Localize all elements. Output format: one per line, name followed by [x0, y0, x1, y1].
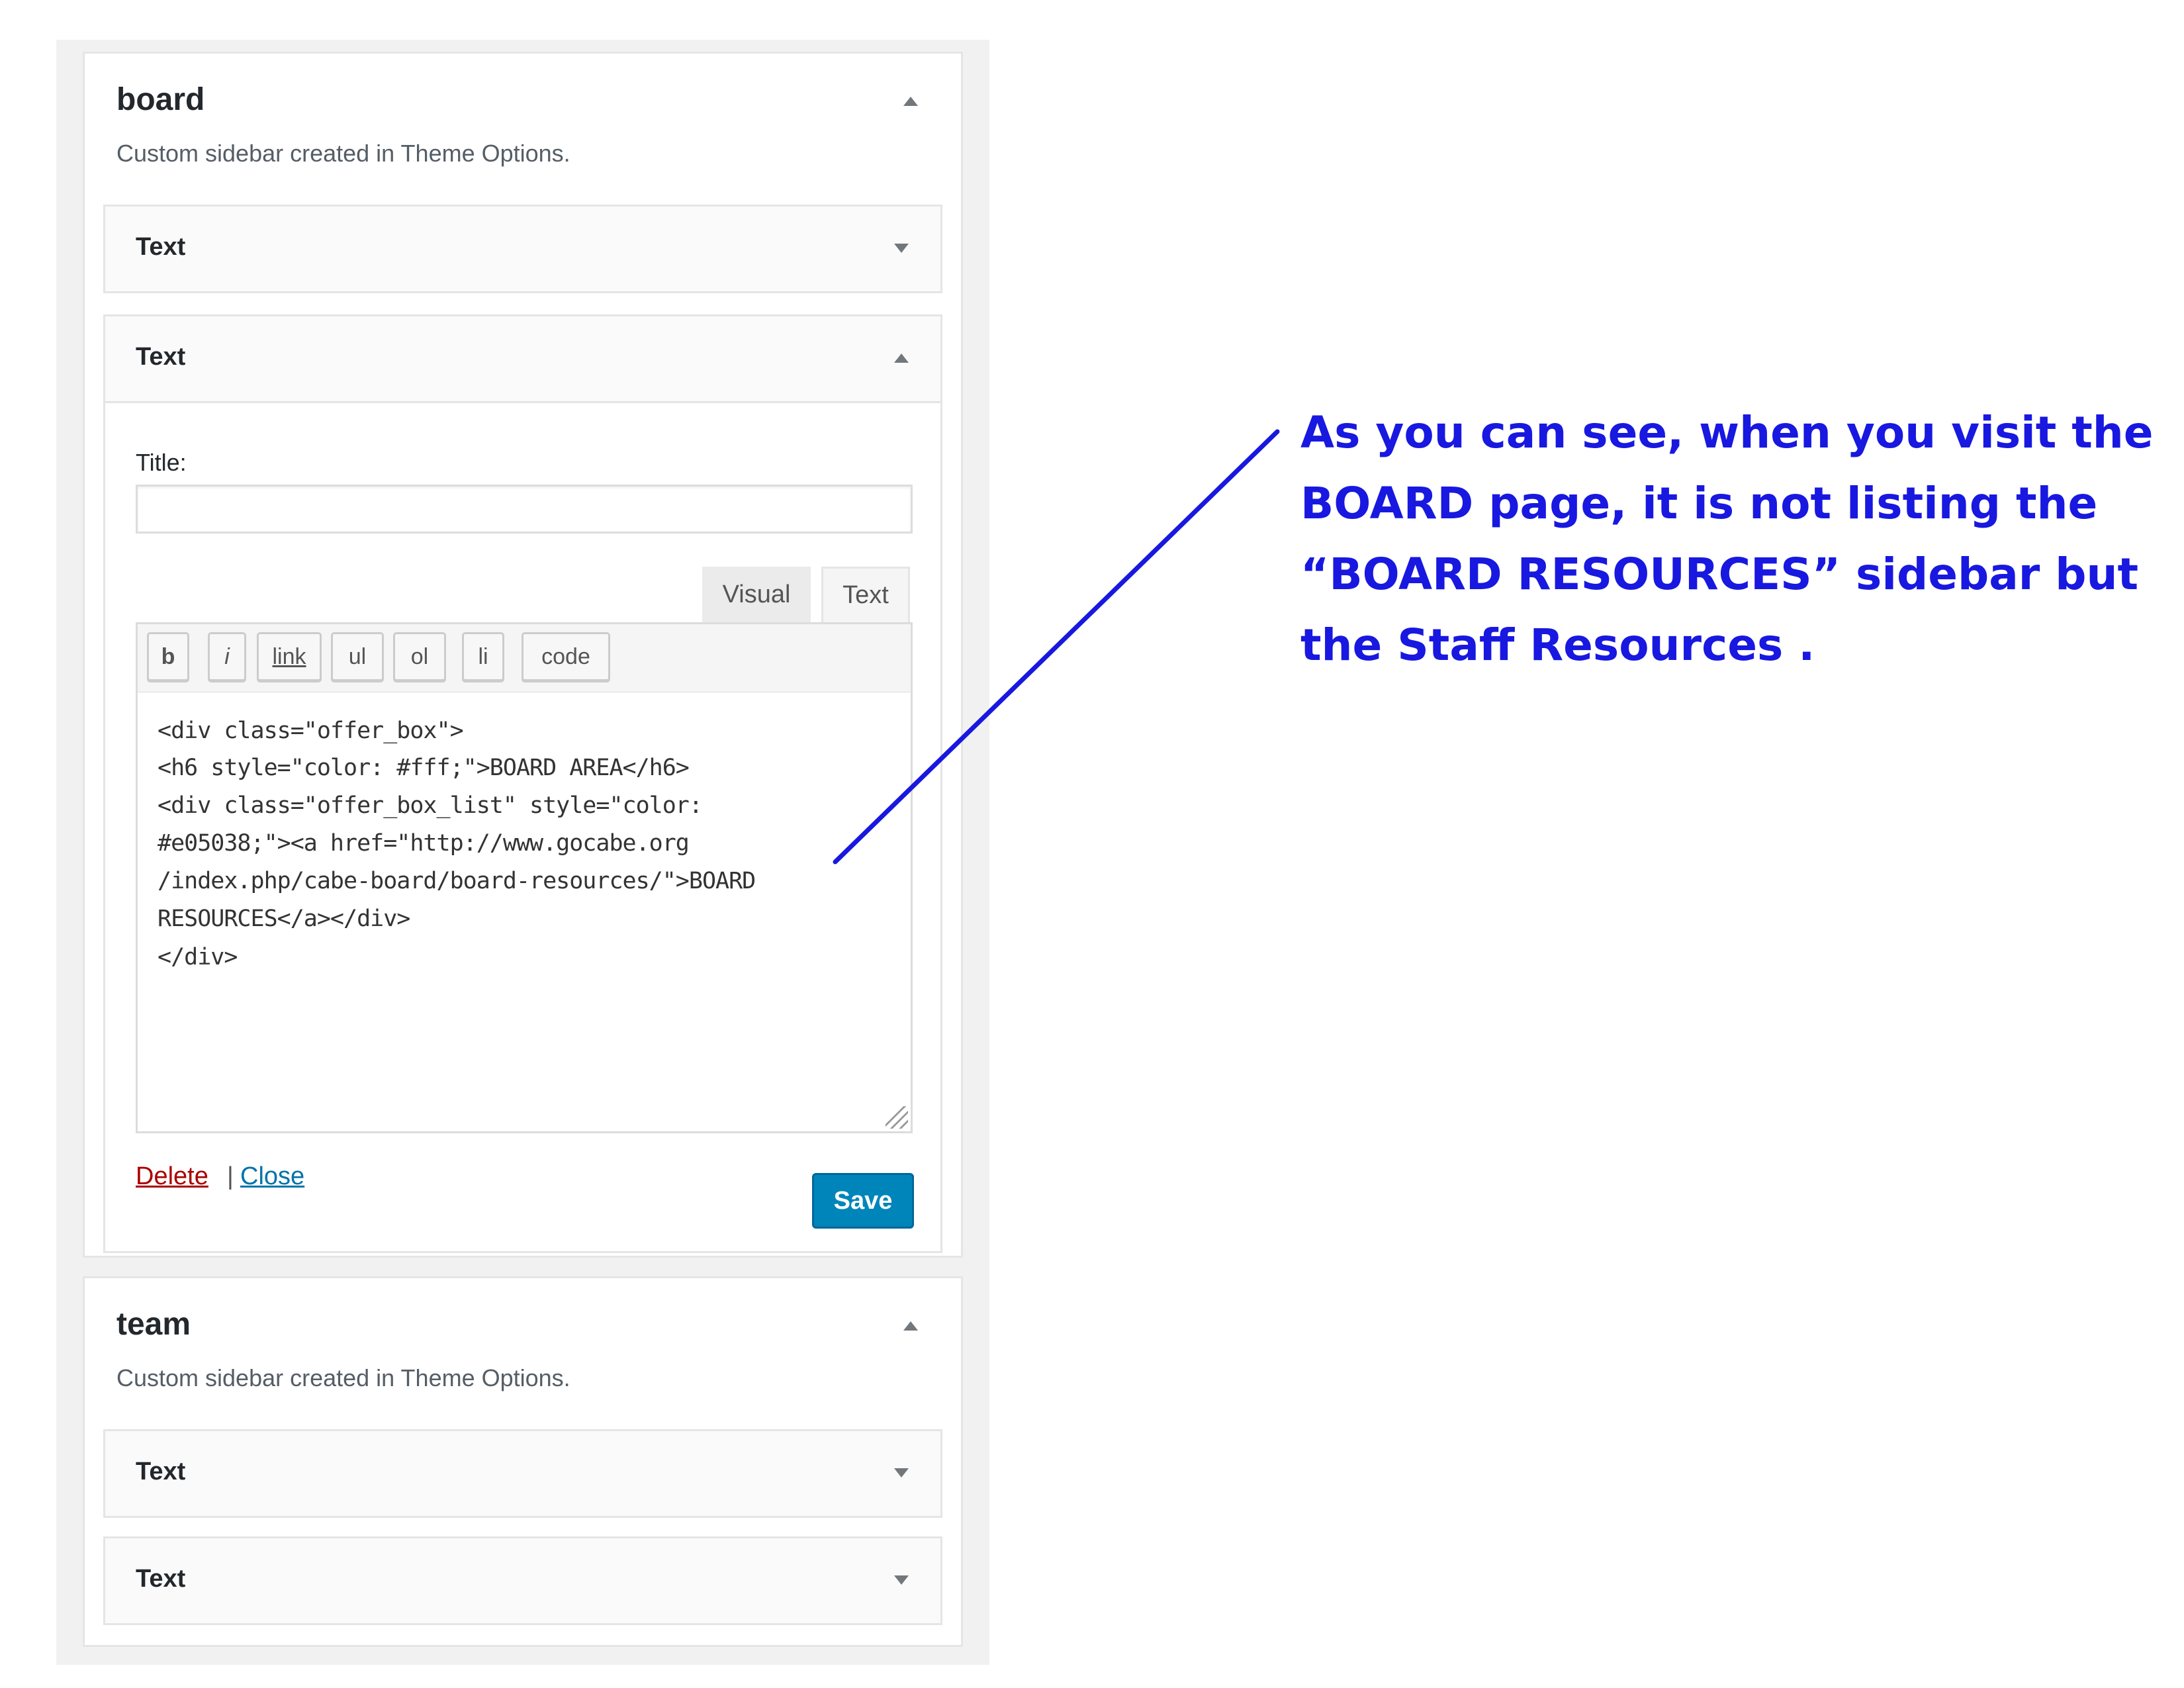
annotation-line: the Staff Resources . — [1300, 620, 1815, 671]
annotation-line: BOARD page, it is not listing the — [1300, 478, 2098, 529]
annotation-text: As you can see, when you visit the BOARD… — [1300, 397, 2161, 680]
annotation-line: “BOARD RESOURCES” sidebar but — [1300, 549, 2139, 600]
annotation-line: As you can see, when you visit the — [1300, 407, 2154, 458]
annotation-pointer-line — [833, 429, 1280, 865]
